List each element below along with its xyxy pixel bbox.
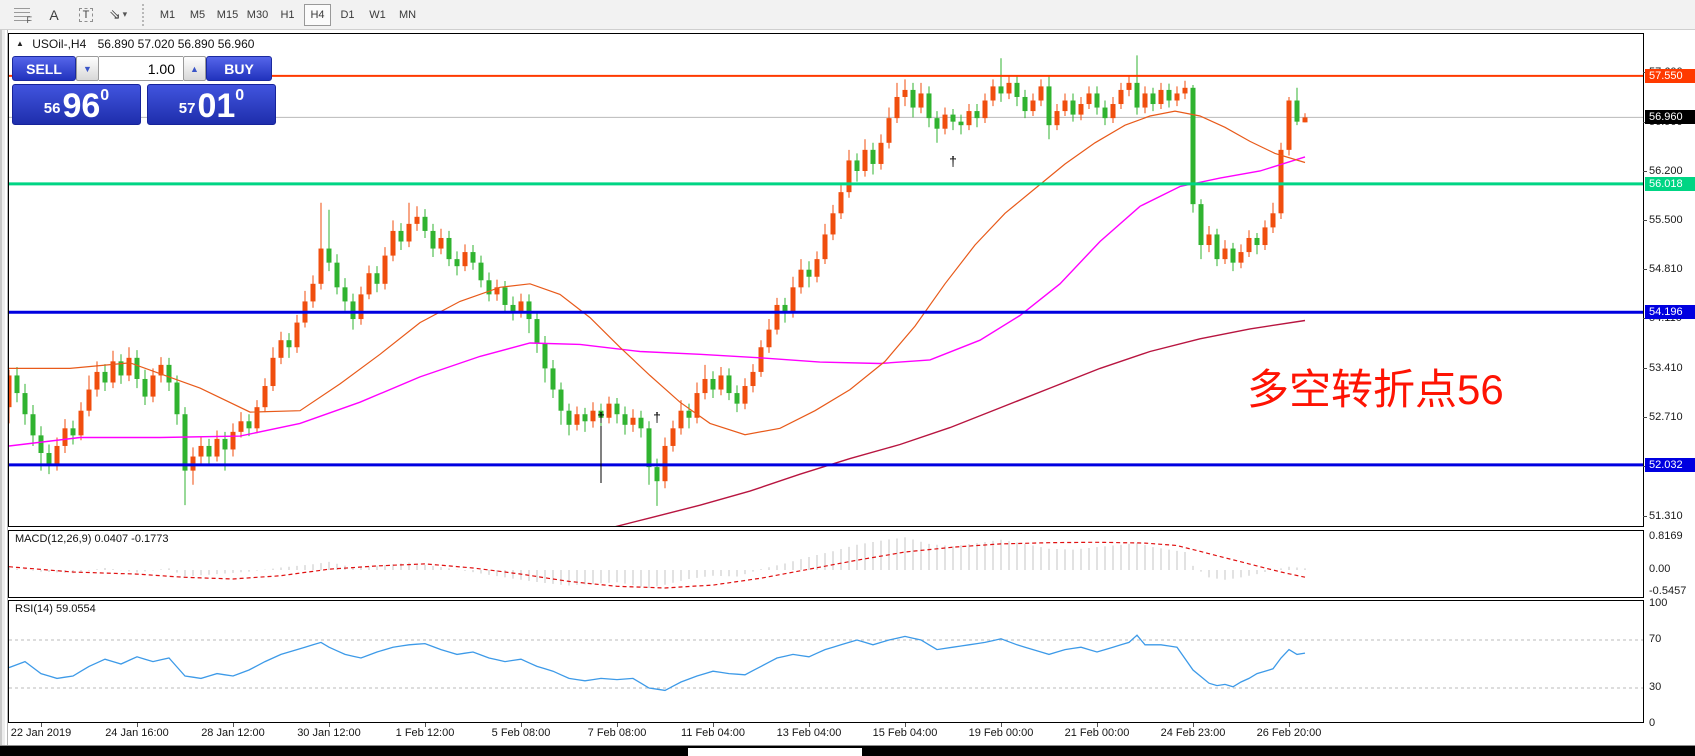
timeframe-button-M5[interactable]: M5 (184, 4, 211, 26)
price-level-badge: 56.960 (1645, 110, 1695, 124)
time-tick-label: 24 Feb 23:00 (1161, 727, 1226, 739)
time-tick-label: 1 Feb 12:00 (396, 727, 455, 739)
sell-button[interactable]: SELL (12, 56, 76, 81)
price-level-badge: 52.032 (1645, 458, 1695, 472)
text-box-icon[interactable]: T (72, 3, 100, 27)
buy-price-display[interactable]: 57010 (147, 84, 276, 125)
svg-text:†: † (597, 409, 605, 425)
price-tick-label: 55.500 (1649, 214, 1683, 227)
timeframe-button-MN[interactable]: MN (394, 4, 421, 26)
rsi-canvas[interactable] (9, 601, 1643, 722)
triangle-up-icon: ▲ (190, 64, 199, 74)
time-tick-label: 28 Jan 12:00 (201, 727, 265, 739)
time-tick-label: 5 Feb 08:00 (492, 727, 551, 739)
rsi-indicator-label: RSI(14) 59.0554 (15, 603, 96, 615)
triangle-down-icon: ▼ (83, 64, 92, 74)
one-click-trading-panel: SELL ▼ ▲ BUY 56960 57010 (12, 56, 276, 125)
price-tick-label: 51.310 (1649, 510, 1683, 523)
time-tick-label: 26 Feb 20:00 (1257, 727, 1322, 739)
volume-input[interactable] (99, 56, 183, 81)
price-tick-label: 54.810 (1649, 263, 1683, 276)
time-tick-label: 7 Feb 08:00 (588, 727, 647, 739)
svg-text:†: † (653, 409, 661, 425)
sell-price-display[interactable]: 56960 (12, 84, 141, 125)
arrows-tool-icon[interactable]: ⇘ ▾ (104, 3, 132, 27)
toolbar-separator (142, 4, 144, 26)
rsi-tick-label: 100 (1649, 597, 1667, 610)
symbol-title: USOil-,H4 (32, 37, 86, 51)
volume-increase-button[interactable]: ▲ (183, 56, 206, 81)
price-level-badge: 56.018 (1645, 177, 1695, 191)
toolbar: F A T ⇘ ▾ M1M5M15M30H1H4D1W1MN (0, 0, 1695, 30)
ohlc-values: 56.890 57.020 56.890 56.960 (98, 37, 255, 51)
time-tick-label: 13 Feb 04:00 (777, 727, 842, 739)
macd-tick-label: 0.00 (1649, 563, 1670, 576)
timeframe-button-M15[interactable]: M15 (214, 4, 241, 26)
macd-indicator-label: MACD(12,26,9) 0.0407 -0.1773 (15, 533, 168, 545)
timeframe-toolbar: M1M5M15M30H1H4D1W1MN (154, 4, 424, 26)
rsi-tick-label: 0 (1649, 717, 1655, 730)
time-tick-label: 11 Feb 04:00 (681, 727, 745, 739)
collapse-panel-icon[interactable]: ▲ (16, 39, 24, 48)
timeframe-button-W1[interactable]: W1 (364, 4, 391, 26)
fibonacci-icon[interactable]: F (8, 3, 36, 27)
chart-annotation-text: 多空转折点56 (1247, 356, 1504, 417)
timeframe-button-D1[interactable]: D1 (334, 4, 361, 26)
time-tick-label: 22 Jan 2019 (11, 727, 72, 739)
chevron-down-icon: ▾ (123, 9, 128, 20)
time-tick-label: 30 Jan 12:00 (297, 727, 361, 739)
time-tick-label: 19 Feb 00:00 (969, 727, 1034, 739)
macd-canvas[interactable] (9, 531, 1643, 597)
timeframe-button-M1[interactable]: M1 (154, 4, 181, 26)
time-tick-label: 24 Jan 16:00 (105, 727, 169, 739)
price-tick-label: 53.410 (1649, 362, 1683, 375)
price-tick-label: 52.710 (1649, 411, 1683, 424)
price-level-badge: 54.196 (1645, 305, 1695, 319)
status-bar (0, 745, 1695, 756)
buy-button[interactable]: BUY (206, 56, 272, 81)
time-tick-label: 15 Feb 04:00 (873, 727, 938, 739)
text-label-icon[interactable]: A (40, 3, 68, 27)
time-tick-label: 21 Feb 00:00 (1065, 727, 1130, 739)
rsi-tick-label: 70 (1649, 633, 1661, 646)
timeframe-button-H4[interactable]: H4 (304, 4, 331, 26)
volume-decrease-button[interactable]: ▼ (76, 56, 99, 81)
timeframe-button-H1[interactable]: H1 (274, 4, 301, 26)
chart-header: ▲ USOil-,H4 56.890 57.020 56.890 56.960 (16, 37, 254, 51)
rsi-panel (8, 600, 1644, 723)
macd-panel (8, 530, 1644, 598)
trading-platform-window: F A T ⇘ ▾ M1M5M15M30H1H4D1W1MN † † † ▲ USO… (0, 0, 1695, 756)
price-level-badge: 57.550 (1645, 69, 1695, 83)
status-bar-section (688, 748, 862, 756)
rsi-tick-label: 30 (1649, 681, 1661, 694)
svg-text:†: † (949, 153, 957, 169)
macd-tick-label: 0.8169 (1649, 530, 1683, 543)
timeframe-button-M30[interactable]: M30 (244, 4, 271, 26)
window-left-edge (0, 30, 8, 745)
